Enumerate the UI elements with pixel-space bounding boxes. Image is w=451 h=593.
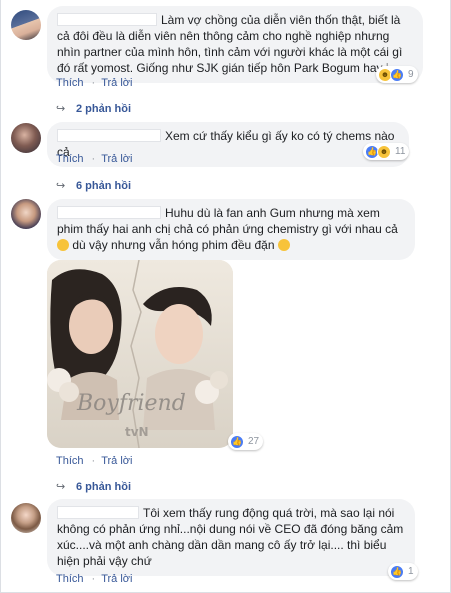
commenter-name-redacted[interactable] [57,129,161,142]
avatar[interactable] [11,123,41,153]
like-link[interactable]: Thích [56,573,84,585]
view-replies-link[interactable]: ↪ 2 phản hồi [56,102,131,115]
haha-icon: ☻ [377,144,391,159]
reply-arrow-icon: ↪ [56,180,66,192]
commenter-name-redacted[interactable] [57,506,139,519]
comment-actions: Thích · Trả lời [56,573,133,585]
reply-link[interactable]: Trả lời [101,455,132,467]
reaction-count: 9 [408,69,414,80]
tvn-logo: tvN [125,425,149,439]
poster-title: Boyfriend [76,391,186,416]
like-icon: 👍 [230,434,244,449]
like-icon: 👍 [390,564,404,579]
reply-arrow-icon: ↪ [56,481,66,493]
crying-emoji-icon [57,239,69,251]
reaction-count: 11 [395,146,406,157]
reaction-summary[interactable]: 👍 27 [228,433,264,450]
commenter-name-redacted[interactable] [57,13,157,26]
comment-actions: Thích · Trả lời [56,77,133,89]
comment-bubble: Làm vợ chồng của diễn viên thốn thật, bi… [47,6,423,83]
comment-photo[interactable]: Boyfriend tvN [47,260,233,448]
reply-link[interactable]: Trả lời [101,573,132,585]
crying-emoji-icon [277,239,290,251]
reaction-summary[interactable]: 👍 ☻ 11 [363,143,410,160]
like-link[interactable]: Thích [56,77,84,89]
reply-link[interactable]: Trả lời [101,153,132,165]
comment-text-tail: dù vậy nhưng vẫn hóng phim đều đặn [72,238,275,252]
avatar[interactable] [11,199,41,229]
commenter-name-redacted[interactable] [57,206,161,219]
reply-arrow-icon: ↪ [56,103,66,115]
like-icon: 👍 [390,67,404,82]
reaction-count: 27 [248,436,260,447]
comment-actions: Thích · Trả lời [56,455,133,467]
comment-bubble: Tôi xem thấy rung động quá trời, mà sao … [47,499,415,576]
avatar[interactable] [11,503,41,533]
view-replies-link[interactable]: ↪ 6 phản hồi [56,480,131,493]
reply-link[interactable]: Trả lời [101,77,132,89]
avatar[interactable] [11,10,41,40]
reaction-count: 1 [408,566,414,577]
reaction-summary[interactable]: ☻ 👍 9 [376,66,418,83]
drama-poster-image: Boyfriend tvN [47,260,233,448]
comment-bubble: Huhu dù là fan anh Gum nhưng mà xem phim… [47,199,415,260]
view-replies-link[interactable]: ↪ 6 phản hồi [56,179,131,192]
comment-actions: Thích · Trả lời [56,153,133,165]
reaction-summary[interactable]: 👍 1 [388,563,418,580]
like-link[interactable]: Thích [56,153,84,165]
like-link[interactable]: Thích [56,455,84,467]
